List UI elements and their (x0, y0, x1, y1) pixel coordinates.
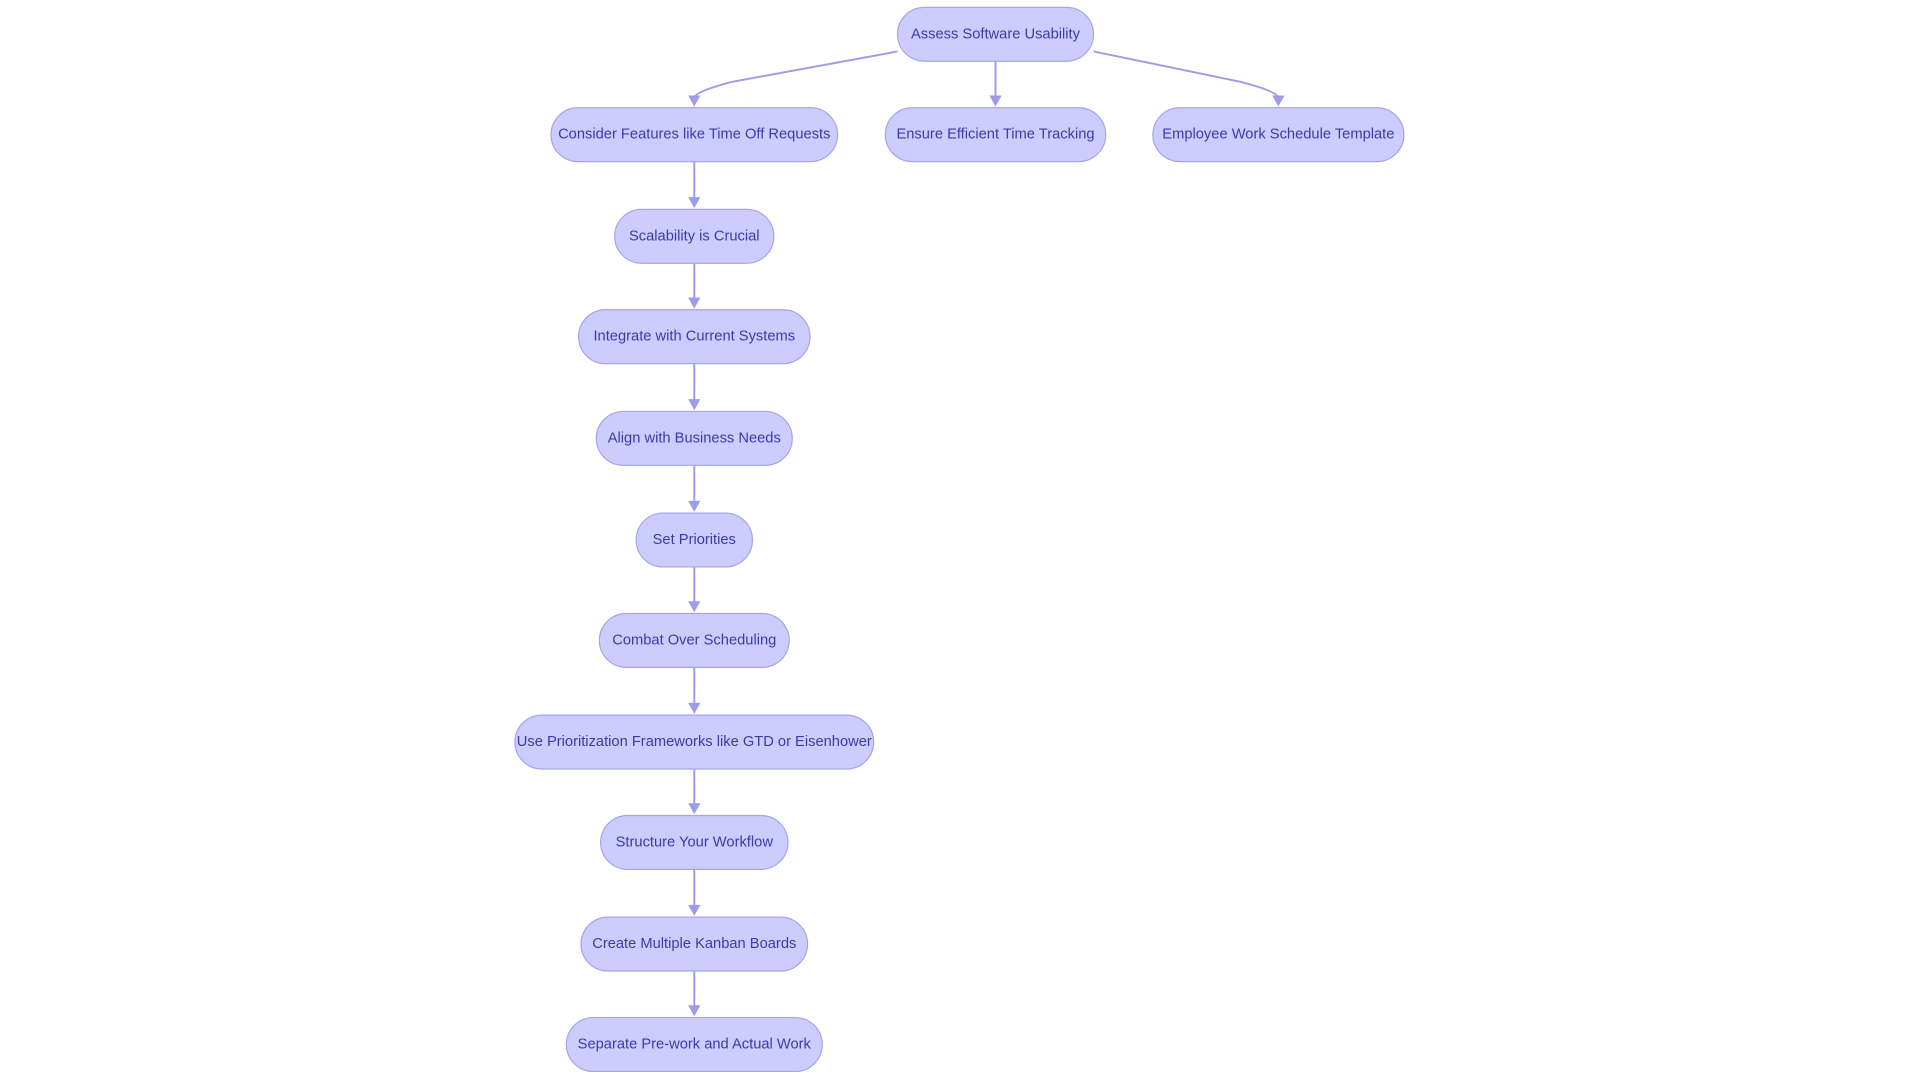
node-label: Assess Software Usability (911, 26, 1081, 42)
node-label: Integrate with Current Systems (593, 329, 795, 345)
node-n11: Create Multiple Kanban Boards (580, 916, 809, 972)
arrowhead-icon (688, 1005, 701, 1017)
node-label: Set Priorities (653, 532, 736, 548)
edge-root-n3 (1093, 50, 1280, 99)
arrowhead-icon (688, 297, 701, 309)
arrowhead-icon (688, 500, 701, 512)
edge-root-n1 (693, 50, 898, 99)
node-n10: Structure Your Workflow (600, 814, 789, 870)
node-n7: Set Priorities (635, 512, 754, 568)
arrowhead-icon (688, 95, 701, 107)
node-n2: Ensure Efficient Time Tracking (884, 107, 1107, 163)
node-root: Assess Software Usability (896, 6, 1095, 62)
arrowhead-icon (688, 601, 701, 613)
arrowhead-icon (688, 197, 701, 209)
node-n9: Use Prioritization Frameworks like GTD o… (514, 714, 875, 770)
node-label: Align with Business Needs (608, 430, 781, 446)
arrowhead-icon (688, 904, 701, 916)
arrowhead-icon (688, 399, 701, 411)
arrowhead-icon (688, 702, 701, 714)
node-label: Scalability is Crucial (629, 228, 760, 244)
node-n8: Combat Over Scheduling (598, 612, 790, 668)
node-label: Use Prioritization Frameworks like GTD o… (517, 734, 872, 750)
nodes-layer: Assess Software Usability Consider Featur… (514, 6, 1405, 1073)
node-n3: Employee Work Schedule Template (1152, 107, 1405, 163)
node-n12: Separate Pre-work and Actual Work (565, 1016, 823, 1073)
node-label: Employee Work Schedule Template (1162, 127, 1394, 143)
arrowhead-icon (1272, 95, 1285, 107)
node-label: Ensure Efficient Time Tracking (896, 127, 1094, 143)
node-n6: Align with Business Needs (595, 410, 793, 466)
edges-layer (688, 50, 1285, 1017)
node-label: Structure Your Workflow (616, 834, 774, 850)
node-label: Separate Pre-work and Actual Work (578, 1036, 812, 1052)
node-n5: Integrate with Current Systems (577, 309, 811, 365)
arrowhead-icon (688, 803, 701, 815)
node-label: Create Multiple Kanban Boards (592, 936, 796, 952)
node-label: Combat Over Scheduling (612, 632, 776, 648)
node-n1: Consider Features like Time Off Requests (550, 107, 839, 163)
node-label: Consider Features like Time Off Requests (558, 127, 830, 143)
node-n4: Scalability is Crucial (614, 208, 775, 264)
arrowhead-icon (989, 95, 1002, 107)
flowchart-diagram: Assess Software Usability Consider Featur… (514, 6, 1405, 1073)
